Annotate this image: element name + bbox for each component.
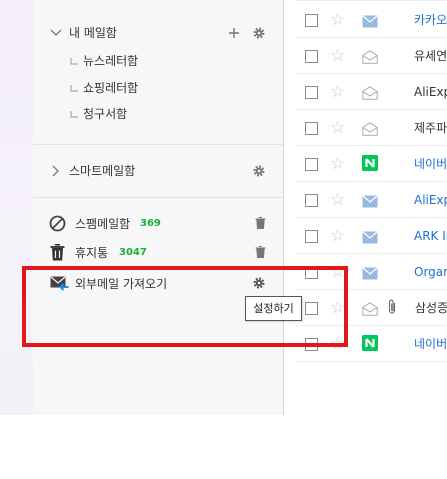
select-checkbox[interactable] <box>305 14 318 27</box>
mail-sender[interactable]: 삼성증 <box>415 300 447 316</box>
mail-sender[interactable]: Organ <box>414 264 447 280</box>
background-strip <box>0 0 33 415</box>
mail-row[interactable]: ☆ 유세연 <box>296 38 447 74</box>
star-icon[interactable]: ☆ <box>330 82 345 102</box>
select-checkbox[interactable] <box>305 158 318 171</box>
tree-branch-icon <box>70 58 78 65</box>
trash-count-badge: 3047 <box>119 247 147 258</box>
settings-tooltip: 설정하기 <box>245 296 302 321</box>
tree-branch-icon <box>70 85 78 92</box>
mail-sender[interactable]: 네이버 <box>414 156 447 172</box>
sidebar-item-label: 뉴스레터함 <box>83 54 139 68</box>
star-icon[interactable]: ☆ <box>330 298 345 318</box>
envelope-closed-icon[interactable] <box>362 193 378 212</box>
sidebar-item-label: 쇼핑레터함 <box>83 81 139 95</box>
mail-row[interactable]: ☆ 네이버 <box>296 326 447 362</box>
star-icon[interactable]: ☆ <box>330 46 345 66</box>
sidebar-item-label: 스팸메일함 <box>75 217 131 231</box>
mail-row[interactable]: ☆ 삼성증 <box>296 290 447 326</box>
star-icon[interactable]: ☆ <box>330 190 345 210</box>
star-icon[interactable]: ☆ <box>330 10 345 30</box>
sidebar-item-label: 청구서함 <box>83 107 128 121</box>
mail-row[interactable]: ☆ ARK In <box>296 218 447 254</box>
trash-icon <box>50 244 65 261</box>
mail-row[interactable]: ☆ AliExp <box>296 74 447 110</box>
select-checkbox[interactable] <box>305 302 318 315</box>
envelope-closed-icon[interactable] <box>362 13 378 32</box>
star-icon[interactable]: ☆ <box>330 154 345 174</box>
my-mailbox-label[interactable]: 내 메일함 <box>69 25 117 41</box>
naver-icon[interactable] <box>362 335 378 355</box>
import-mail-icon <box>50 276 69 291</box>
select-checkbox[interactable] <box>305 50 318 63</box>
envelope-closed-icon[interactable] <box>362 265 378 284</box>
envelope-closed-icon[interactable] <box>362 229 378 248</box>
spam-count-badge: 369 <box>140 218 161 229</box>
naver-icon[interactable] <box>362 155 378 175</box>
attachment-icon <box>388 299 397 319</box>
chevron-down-icon[interactable] <box>50 28 62 38</box>
mail-row[interactable]: ☆ AliExp <box>296 182 447 218</box>
block-icon <box>49 215 66 232</box>
mail-sender[interactable]: 제주파 <box>414 120 447 136</box>
envelope-open-icon[interactable] <box>362 121 378 140</box>
mail-row[interactable]: ☆ 카카오 <box>296 2 447 38</box>
select-checkbox[interactable] <box>305 194 318 207</box>
star-icon[interactable]: ☆ <box>330 262 345 282</box>
sidebar-item-label: 외부메일 가져오기 <box>75 277 168 291</box>
trash-icon[interactable] <box>255 217 266 229</box>
mail-list-top-border <box>296 0 447 1</box>
select-checkbox[interactable] <box>305 266 318 279</box>
sidebar-separator <box>33 144 283 145</box>
select-checkbox[interactable] <box>305 338 318 351</box>
select-checkbox[interactable] <box>305 86 318 99</box>
mail-row[interactable]: ☆ 네이버 <box>296 146 447 182</box>
mail-sender[interactable]: AliExp <box>414 84 447 100</box>
star-icon[interactable]: ☆ <box>330 118 345 138</box>
envelope-open-icon[interactable] <box>362 301 378 320</box>
gear-icon[interactable] <box>253 27 265 39</box>
mail-sender[interactable]: AliExp <box>414 192 447 208</box>
mail-sender[interactable]: 네이버 <box>414 336 447 352</box>
smart-mailbox-label[interactable]: 스마트메일함 <box>69 163 135 179</box>
mail-sender[interactable]: 카카오 <box>414 12 447 28</box>
sidebar-separator <box>33 197 283 198</box>
mail-row[interactable]: ☆ 제주파 <box>296 110 447 146</box>
empty-trash-icon[interactable] <box>255 246 266 258</box>
star-icon[interactable]: ☆ <box>330 226 345 246</box>
envelope-open-icon[interactable] <box>362 85 378 104</box>
add-folder-icon[interactable] <box>228 27 240 39</box>
gear-icon[interactable] <box>253 165 265 177</box>
sidebar-item-label: 휴지통 <box>75 246 109 260</box>
tree-branch-icon <box>70 111 78 118</box>
gear-icon[interactable] <box>253 277 265 289</box>
chevron-right-icon[interactable] <box>51 165 59 177</box>
envelope-open-icon[interactable] <box>362 49 378 68</box>
mail-sender[interactable]: ARK In <box>414 228 447 244</box>
star-icon[interactable]: ☆ <box>330 334 345 354</box>
mail-sender[interactable]: 유세연 <box>414 48 447 64</box>
select-checkbox[interactable] <box>305 122 318 135</box>
select-checkbox[interactable] <box>305 230 318 243</box>
mail-row[interactable]: ☆ Organ <box>296 254 447 290</box>
